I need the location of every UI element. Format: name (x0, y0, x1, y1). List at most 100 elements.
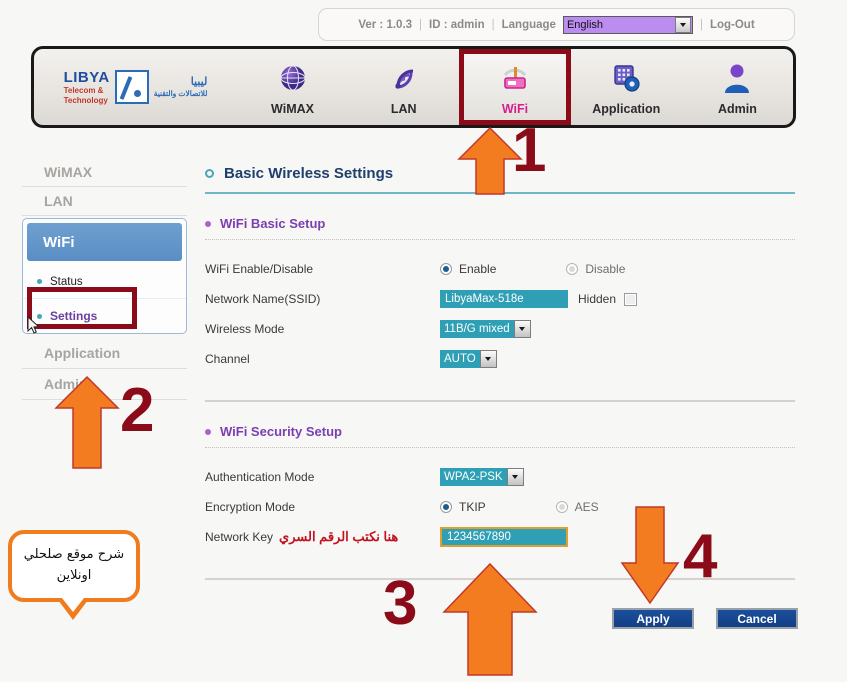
radio-disable[interactable] (566, 263, 579, 275)
nav-item-application[interactable]: Application (571, 49, 682, 125)
label-channel: Channel (205, 352, 250, 366)
annotation-callout: شرح موقع صلحلي اونلاين (8, 530, 140, 602)
sidebar-section-wifi[interactable]: WiFi (27, 223, 182, 261)
language-value: English (566, 18, 604, 31)
label-aes: AES (574, 500, 599, 514)
row-ssid: Network Name(SSID) LibyaMax-518e Hidden (205, 284, 795, 314)
version-text: Ver : 1.0.3 (358, 18, 413, 31)
cancel-button[interactable]: Cancel (716, 608, 798, 629)
ring-icon (205, 169, 214, 178)
radio-tkip[interactable] (440, 501, 452, 513)
chevron-down-icon[interactable] (506, 468, 524, 486)
logo-mark-icon (114, 70, 149, 104)
user-icon (722, 58, 752, 98)
channel-select[interactable]: AUTO (440, 350, 497, 368)
annotation-arrow-3 (440, 562, 540, 682)
wireless-mode-value: 11B/G mixed (440, 320, 514, 338)
sidebar: WiMAX LAN WiFi Status Settings Applicati… (22, 158, 187, 400)
chevron-down-icon[interactable] (674, 16, 691, 33)
main-navigation: LIBYA Telecom & Technology ليبيا للاتصال… (31, 46, 796, 128)
annotation-arrow-4 (620, 505, 680, 610)
status-bar: Ver : 1.0.3 | ID : admin | Language Engl… (318, 8, 795, 41)
language-label: Language (501, 18, 556, 31)
divider (205, 447, 795, 448)
nav-label-wimax: WiMAX (271, 102, 314, 116)
row-channel: Channel AUTO (205, 344, 795, 374)
apps-gear-icon (610, 58, 642, 98)
divider (205, 400, 795, 402)
sidebar-label-status: Status (50, 275, 83, 288)
label-network-key: Network Key (205, 530, 274, 544)
mouse-cursor-icon (27, 315, 40, 339)
row-wireless-mode: Wireless Mode 11B/G mixed (205, 314, 795, 344)
sidebar-item-lan[interactable]: LAN (22, 187, 187, 216)
logo-arabic-main: ليبيا (190, 75, 208, 88)
logo-line2: Telecom & (63, 86, 104, 96)
chevron-down-icon[interactable] (513, 320, 531, 338)
sidebar-item-application[interactable]: Application (22, 338, 187, 369)
radio-aes[interactable] (555, 501, 568, 513)
callout-line-1: شرح موقع صلحلي (23, 547, 125, 563)
auth-mode-select[interactable]: WPA2-PSK (440, 468, 524, 486)
form-actions: Apply Cancel (612, 608, 798, 629)
bullet-icon (205, 220, 211, 227)
bullet-icon (37, 279, 42, 284)
sidebar-wifi-panel: WiFi Status Settings (22, 218, 187, 334)
chevron-down-icon[interactable] (479, 350, 497, 368)
section-title-basic: WiFi Basic Setup (205, 216, 795, 239)
nav-label-wifi: WiFi (501, 102, 529, 116)
callout-tail-inner (62, 598, 84, 612)
sidebar-item-settings[interactable]: Settings (23, 299, 186, 333)
hidden-checkbox[interactable] (624, 292, 638, 306)
label-wireless-mode: Wireless Mode (205, 322, 285, 336)
router-icon (498, 58, 532, 98)
annotation-number-4: 4 (683, 522, 718, 591)
network-key-input[interactable]: 1234567890 (440, 527, 568, 547)
annotation-number-2: 2 (120, 376, 155, 445)
signal-icon (389, 58, 419, 98)
label-tkip: TKIP (459, 500, 486, 514)
label-auth-mode: Authentication Mode (205, 470, 315, 484)
separator: | (699, 18, 703, 31)
row-wifi-enable: WiFi Enable/Disable Enable Disable (205, 254, 795, 284)
logo-line3: Technology (63, 95, 108, 105)
label-enable: Enable (459, 262, 497, 276)
apply-button[interactable]: Apply (612, 608, 694, 629)
nav-item-wifi[interactable]: WiFi (459, 49, 571, 125)
radio-enable[interactable] (440, 263, 452, 275)
label-disable: Disable (585, 262, 626, 276)
brand-logo: LIBYA Telecom & Technology ليبيا للاتصال… (34, 49, 237, 125)
nav-item-wimax[interactable]: WiMAX (237, 49, 348, 125)
language-select[interactable]: English (562, 15, 693, 34)
user-id-text: ID : admin (429, 18, 485, 31)
sidebar-label-settings: Settings (50, 309, 98, 323)
nav-label-admin: Admin (717, 102, 757, 116)
section-title-basic-text: WiFi Basic Setup (220, 216, 326, 231)
wireless-mode-select[interactable]: 11B/G mixed (440, 320, 531, 338)
sidebar-item-wimax[interactable]: WiMAX (22, 158, 187, 187)
nav-item-admin[interactable]: Admin (682, 49, 793, 125)
logo-arabic-sub: للاتصالات والتقنية (153, 89, 208, 99)
logout-link[interactable]: Log-Out (710, 19, 755, 31)
auth-mode-value: WPA2-PSK (440, 468, 507, 486)
section-title-security-text: WiFi Security Setup (220, 424, 342, 439)
annotation-number-1: 1 (512, 116, 547, 185)
annotation-arrow-2 (52, 375, 122, 475)
label-ssid: Network Name(SSID) (205, 292, 321, 306)
callout-line-2: اونلاين (56, 568, 92, 583)
nav-item-lan[interactable]: LAN (348, 49, 459, 125)
bullet-icon (205, 428, 211, 435)
divider (205, 239, 795, 240)
label-hidden: Hidden (578, 292, 617, 306)
label-encryption-mode: Encryption Mode (205, 500, 296, 514)
sidebar-item-status[interactable]: Status (23, 265, 186, 299)
page-title-text: Basic Wireless Settings (224, 165, 394, 182)
separator: | (419, 18, 423, 31)
network-key-arabic-note: هنا نكتب الرقم السري (279, 529, 399, 544)
channel-value: AUTO (440, 350, 480, 368)
nav-label-lan: LAN (390, 102, 417, 116)
section-title-security: WiFi Security Setup (205, 424, 795, 447)
label-wifi-enable: WiFi Enable/Disable (205, 262, 314, 276)
ssid-input[interactable]: LibyaMax-518e (440, 290, 568, 308)
separator: | (491, 18, 495, 31)
